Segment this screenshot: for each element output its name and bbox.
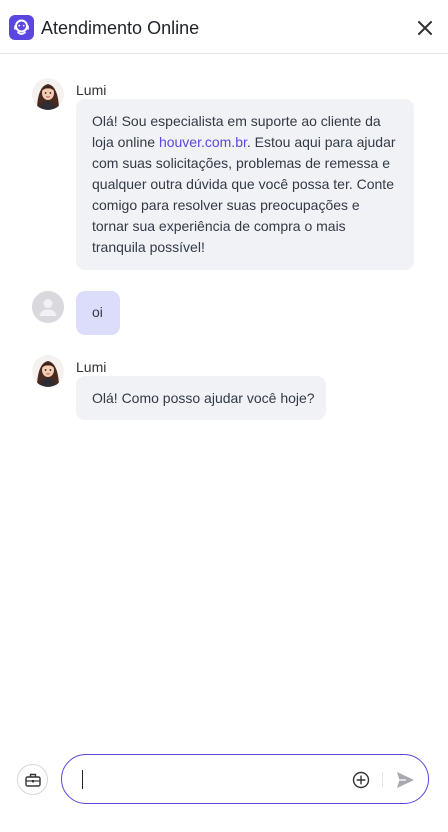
chat-header: Atendimento Online bbox=[0, 0, 448, 54]
bot-avatar bbox=[32, 355, 64, 387]
tools-button[interactable] bbox=[17, 764, 48, 795]
chat-bot-icon bbox=[9, 15, 34, 40]
close-icon bbox=[418, 21, 432, 35]
message-text: oi bbox=[92, 304, 103, 320]
message-input-box[interactable] bbox=[61, 754, 429, 804]
plus-circle-icon bbox=[352, 771, 370, 789]
toolbox-icon bbox=[25, 773, 41, 787]
store-link[interactable]: houver.com.br bbox=[159, 134, 247, 150]
text-caret bbox=[82, 770, 83, 789]
attach-button[interactable] bbox=[351, 770, 371, 790]
sender-name: Lumi bbox=[76, 82, 107, 98]
sender-name: Lumi bbox=[76, 359, 107, 375]
user-avatar bbox=[32, 291, 64, 323]
bot-avatar bbox=[32, 78, 64, 110]
send-icon bbox=[397, 772, 414, 788]
bot-message-bubble: Olá! Sou especialista em suporte ao clie… bbox=[76, 99, 414, 270]
header-title: Atendimento Online bbox=[41, 18, 200, 38]
message-text: . Estou aqui para ajudar com suas solici… bbox=[92, 134, 396, 255]
message-input[interactable] bbox=[84, 767, 338, 793]
close-button[interactable] bbox=[412, 15, 438, 41]
user-message-bubble: oi bbox=[76, 291, 120, 335]
bot-message-bubble: Olá! Como posso ajudar você hoje? bbox=[76, 376, 326, 420]
composer-divider bbox=[382, 772, 383, 787]
message-text: Olá! Como posso ajudar você hoje? bbox=[92, 390, 315, 406]
send-button[interactable] bbox=[393, 768, 417, 792]
